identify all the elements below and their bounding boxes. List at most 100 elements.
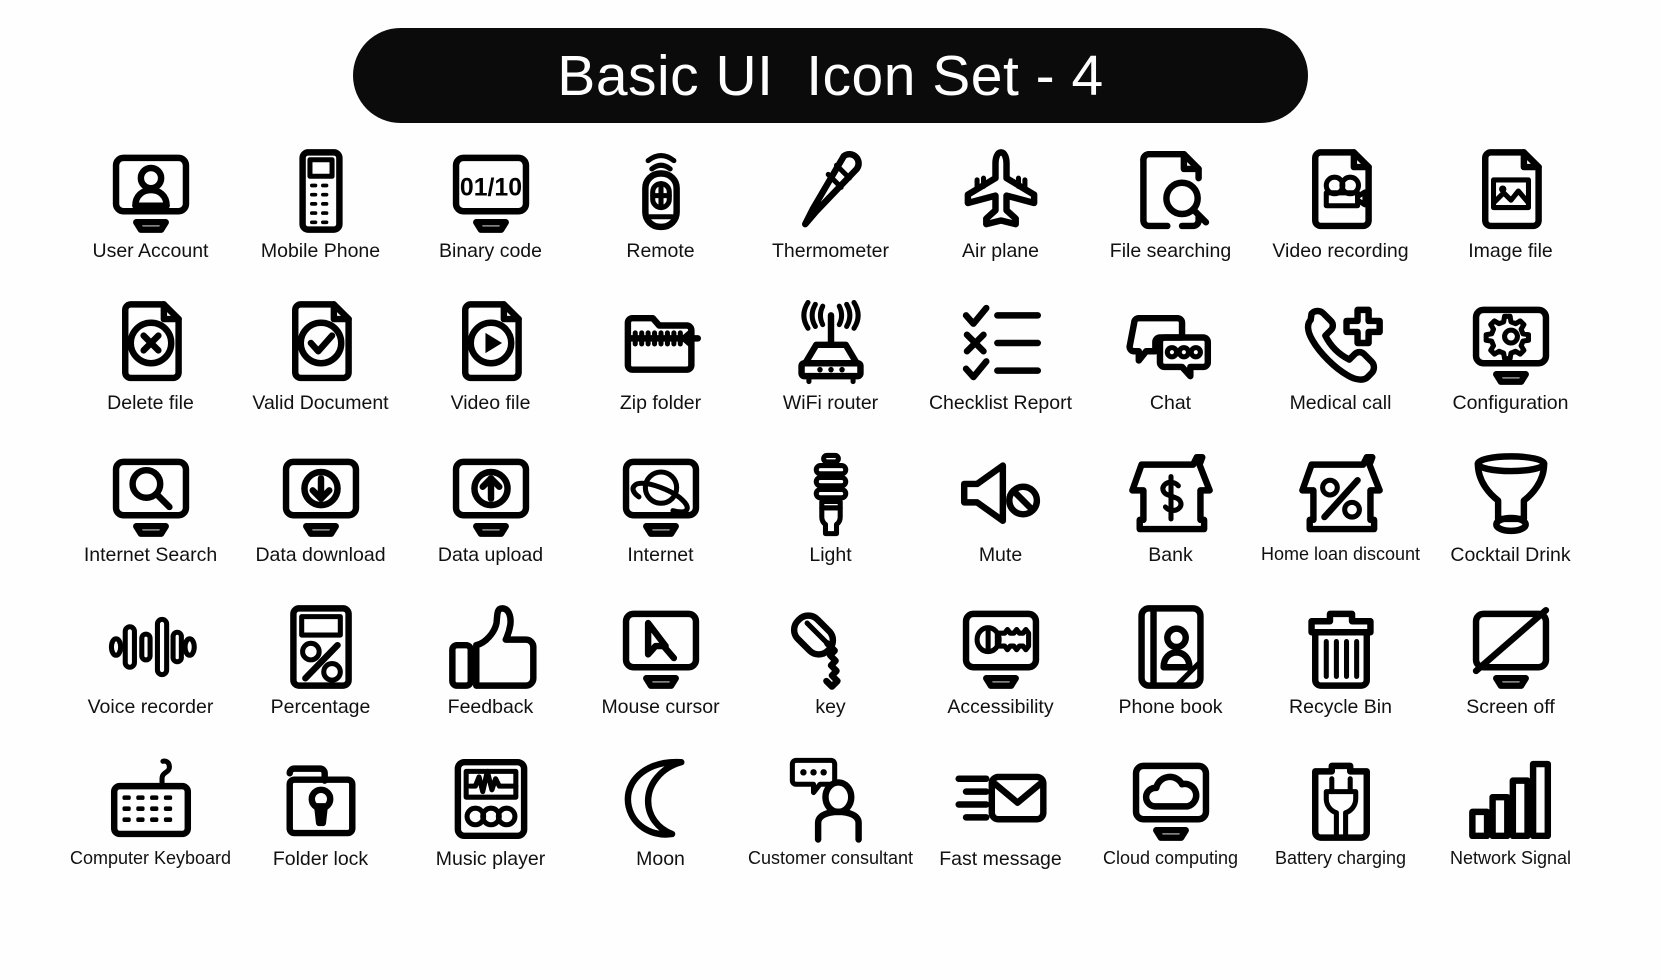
icon-label: Delete file xyxy=(107,392,194,414)
icon-cell-internet-search[interactable]: Internet Search xyxy=(66,449,236,601)
video-file-icon xyxy=(445,297,537,389)
icon-cell-internet[interactable]: Internet xyxy=(576,449,746,601)
icon-label: Internet Search xyxy=(83,544,218,566)
thermometer-icon xyxy=(785,145,877,237)
icon-cell-accessibility[interactable]: Accessibility xyxy=(916,601,1086,753)
icon-label: Configuration xyxy=(1452,392,1569,414)
icon-set-page: Basic UI Icon Set - 4 User Account Mobil… xyxy=(0,0,1661,980)
icon-cell-light[interactable]: Light xyxy=(746,449,916,601)
icon-label: File searching xyxy=(1109,240,1232,262)
icon-label: Medical call xyxy=(1289,392,1392,414)
icon-cell-moon[interactable]: Moon xyxy=(576,753,746,905)
file-searching-icon xyxy=(1125,145,1217,237)
icon-label: Data download xyxy=(255,544,386,566)
configuration-icon xyxy=(1465,297,1557,389)
icon-cell-user-account[interactable]: User Account xyxy=(66,145,236,297)
icon-label: Battery charging xyxy=(1274,848,1407,868)
icon-cell-zip-folder[interactable]: Zip folder xyxy=(576,297,746,449)
icon-cell-cocktail-drink[interactable]: Cocktail Drink xyxy=(1426,449,1596,601)
icon-cell-phone-book[interactable]: Phone book xyxy=(1086,601,1256,753)
icon-cell-recycle-bin[interactable]: Recycle Bin xyxy=(1256,601,1426,753)
icon-cell-medical-call[interactable]: Medical call xyxy=(1256,297,1426,449)
icon-cell-battery-charging[interactable]: Battery charging xyxy=(1256,753,1426,905)
icon-cell-voice-recorder[interactable]: Voice recorder xyxy=(66,601,236,753)
icon-label: Customer consultant xyxy=(747,848,914,868)
light-icon xyxy=(785,449,877,541)
icon-cell-thermometer[interactable]: Thermometer xyxy=(746,145,916,297)
mute-icon xyxy=(955,449,1047,541)
cloud-computing-icon xyxy=(1125,753,1217,845)
icon-cell-feedback[interactable]: Feedback xyxy=(406,601,576,753)
icon-cell-image-file[interactable]: Image file xyxy=(1426,145,1596,297)
fast-message-icon xyxy=(954,753,1047,845)
icon-cell-computer-keyboard[interactable]: Computer Keyboard xyxy=(66,753,236,905)
icon-cell-video-recording[interactable]: Video recording xyxy=(1256,145,1426,297)
icon-cell-network-signal[interactable]: Network Signal xyxy=(1426,753,1596,905)
icon-cell-screen-off[interactable]: Screen off xyxy=(1426,601,1596,753)
icon-cell-chat[interactable]: Chat xyxy=(1086,297,1256,449)
voice-recorder-icon xyxy=(105,601,197,693)
icon-cell-folder-lock[interactable]: Folder lock xyxy=(236,753,406,905)
percentage-icon xyxy=(275,601,367,693)
icon-cell-air-plane[interactable]: Air plane xyxy=(916,145,1086,297)
icon-label: Remote xyxy=(626,240,695,262)
icon-label: key xyxy=(815,696,846,718)
phone-book-icon xyxy=(1125,601,1217,693)
icon-label: Mute xyxy=(978,544,1023,566)
icon-label: Bank xyxy=(1148,544,1193,566)
icon-cell-video-file[interactable]: Video file xyxy=(406,297,576,449)
icon-label: Fast message xyxy=(939,848,1062,870)
icon-cell-data-download[interactable]: Data download xyxy=(236,449,406,601)
image-file-icon xyxy=(1465,145,1557,237)
icon-cell-key[interactable]: key xyxy=(746,601,916,753)
icon-cell-bank[interactable]: Bank xyxy=(1086,449,1256,601)
icon-cell-mouse-cursor[interactable]: Mouse cursor xyxy=(576,601,746,753)
accessibility-icon xyxy=(955,601,1047,693)
icon-cell-cloud-computing[interactable]: Cloud computing xyxy=(1086,753,1256,905)
icon-label: Cocktail Drink xyxy=(1450,544,1571,566)
icon-label: Music player xyxy=(435,848,546,870)
data-upload-icon xyxy=(445,449,537,541)
icon-cell-checklist-report[interactable]: Checklist Report xyxy=(916,297,1086,449)
icon-cell-mobile-phone[interactable]: Mobile Phone xyxy=(236,145,406,297)
zip-folder-icon xyxy=(615,297,707,389)
icon-label: Checklist Report xyxy=(928,392,1073,414)
icon-grid: User Account Mobile Phone 01/10 Binary c… xyxy=(66,145,1596,905)
icon-label: Recycle Bin xyxy=(1289,696,1392,718)
title-pill: Basic UI Icon Set - 4 xyxy=(353,28,1308,123)
icon-cell-configuration[interactable]: Configuration xyxy=(1426,297,1596,449)
folder-lock-icon xyxy=(275,753,367,845)
internet-icon xyxy=(615,449,707,541)
icon-cell-data-upload[interactable]: Data upload xyxy=(406,449,576,601)
music-player-icon xyxy=(445,753,537,845)
icon-cell-delete-file[interactable]: Delete file xyxy=(66,297,236,449)
icon-cell-fast-message[interactable]: Fast message xyxy=(916,753,1086,905)
icon-label: Feedback xyxy=(447,696,534,718)
key-icon xyxy=(785,601,877,693)
valid-document-icon xyxy=(275,297,367,389)
mobile-phone-icon xyxy=(275,145,367,237)
icon-label: Network Signal xyxy=(1449,848,1572,868)
icon-cell-mute[interactable]: Mute xyxy=(916,449,1086,601)
icon-cell-music-player[interactable]: Music player xyxy=(406,753,576,905)
icon-label: Percentage xyxy=(270,696,371,718)
icon-cell-wifi-router[interactable]: WiFi router xyxy=(746,297,916,449)
internet-search-icon xyxy=(105,449,197,541)
page-title: Basic UI Icon Set - 4 xyxy=(557,43,1104,108)
home-loan-discount-icon xyxy=(1295,449,1387,541)
icon-cell-file-searching[interactable]: File searching xyxy=(1086,145,1256,297)
bank-icon xyxy=(1125,449,1217,541)
icon-label: Internet xyxy=(627,544,694,566)
recycle-bin-icon xyxy=(1295,601,1387,693)
icon-cell-home-loan-discount[interactable]: Home loan discount xyxy=(1256,449,1426,601)
icon-label: Computer Keyboard xyxy=(69,848,232,868)
icon-cell-valid-document[interactable]: Valid Document xyxy=(236,297,406,449)
icon-label: Moon xyxy=(636,848,685,870)
icon-label: Air plane xyxy=(962,240,1039,262)
remote-icon xyxy=(615,145,707,237)
icon-cell-remote[interactable]: Remote xyxy=(576,145,746,297)
icon-cell-percentage[interactable]: Percentage xyxy=(236,601,406,753)
icon-cell-binary-code[interactable]: 01/10 Binary code xyxy=(406,145,576,297)
icon-cell-customer-consultant[interactable]: Customer consultant xyxy=(746,753,916,905)
mouse-cursor-icon xyxy=(615,601,707,693)
